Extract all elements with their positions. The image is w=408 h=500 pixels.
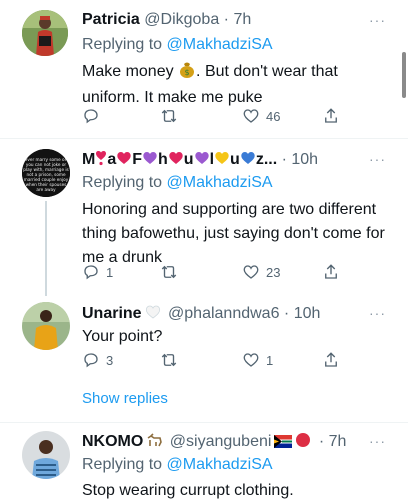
heart-icon <box>243 265 259 279</box>
share-button[interactable] <box>322 107 340 125</box>
reply-button[interactable]: 1 <box>82 263 113 281</box>
red-circle-icon <box>296 433 311 447</box>
reply-icon <box>84 353 98 368</box>
retweet-icon <box>161 353 177 367</box>
user-handle[interactable]: @Dikgoba <box>144 11 219 28</box>
user-handle[interactable]: @siyangubeni <box>170 433 272 450</box>
money-bag-icon: $ <box>178 60 196 86</box>
replying-to-label: Replying to <box>82 174 167 191</box>
share-button[interactable] <box>322 351 340 369</box>
like-button[interactable]: 46 <box>242 107 280 125</box>
like-count: 23 <box>266 264 281 280</box>
mention-link[interactable]: @MakhadziSA <box>167 174 273 191</box>
tweet-unarine[interactable]: Unarine @phalanndwa6 · 10h ··· Your poin… <box>0 296 408 426</box>
mention-link[interactable]: @MakhadziSA <box>167 36 273 53</box>
svg-text:$: $ <box>185 68 190 77</box>
tweet-text: Stop wearing currupt clothing. <box>82 482 294 499</box>
share-icon <box>325 352 337 367</box>
tweet-header: Patricia @Dikgoba · 7h <box>82 11 251 29</box>
timestamp[interactable]: · 7h <box>224 11 252 28</box>
blue-heart-icon <box>241 152 255 164</box>
tweet-nkomo[interactable]: NKOMO @siyangubeni · 7h ··· Replying to … <box>0 423 408 500</box>
like-button[interactable]: 23 <box>242 263 280 281</box>
tweet-emoji-name[interactable]: never marry some one you can not joke or… <box>0 139 408 296</box>
tweet-actions: 1 23 <box>82 263 342 283</box>
tweet-patricia[interactable]: Patricia @Dikgoba · 7h ··· Replying to @… <box>0 0 408 138</box>
replying-to: Replying to @MakhadziSA <box>82 174 273 192</box>
thread-line <box>45 201 47 296</box>
replying-to: Replying to @MakhadziSA <box>82 36 273 54</box>
timestamp[interactable]: · 10h <box>282 151 318 168</box>
tweet-text: Make money $. But don't wear that unifor… <box>82 60 382 110</box>
display-name-emoji[interactable]: Ma Fh u l u z... <box>82 151 277 168</box>
purple-heart-icon <box>194 152 209 164</box>
like-button[interactable]: 1 <box>242 351 273 369</box>
display-name[interactable]: Unarine <box>82 305 142 322</box>
display-name-tail: z... <box>255 151 278 168</box>
share-icon <box>325 108 337 123</box>
reply-button[interactable] <box>82 107 100 125</box>
tweet-text: Your point? <box>82 328 163 345</box>
tweet-header: NKOMO @siyangubeni · 7h <box>82 432 346 451</box>
replying-to-label: Replying to <box>82 36 167 53</box>
goat-icon <box>147 433 163 447</box>
retweet-button[interactable] <box>160 107 178 125</box>
south-africa-flag-icon <box>274 435 293 448</box>
retweet-button[interactable] <box>160 263 178 281</box>
timestamp[interactable]: · 10h <box>284 305 320 322</box>
more-options-button[interactable]: ··· <box>369 12 386 28</box>
avatar[interactable] <box>22 302 70 350</box>
retweet-icon <box>161 109 177 123</box>
more-options-button[interactable]: ··· <box>369 305 386 321</box>
retweet-icon <box>161 265 177 279</box>
reply-count: 1 <box>106 264 114 280</box>
purple-heart-icon <box>143 152 157 164</box>
red-heart-icon <box>169 152 183 164</box>
tweet-text-part: Make money <box>82 63 179 80</box>
reply-icon <box>84 265 98 280</box>
reply-count: 3 <box>106 352 114 368</box>
mention-link[interactable]: @MakhadziSA <box>167 456 273 473</box>
more-options-button[interactable]: ··· <box>369 433 386 449</box>
more-options-button[interactable]: ··· <box>369 151 386 167</box>
display-name[interactable]: NKOMO <box>82 433 143 450</box>
tweet-header: Ma Fh u l u z... · 10h <box>82 150 318 169</box>
share-icon <box>325 264 337 279</box>
heart-exclamation-icon <box>96 151 107 166</box>
avatar[interactable] <box>22 10 68 56</box>
share-button[interactable] <box>322 263 340 281</box>
tweet-actions: 3 1 <box>82 351 342 371</box>
scrollbar[interactable] <box>402 52 406 98</box>
retweet-button[interactable] <box>160 351 178 369</box>
yellow-heart-icon <box>215 152 229 164</box>
avatar[interactable] <box>22 431 70 479</box>
avatar[interactable]: never marry some one you can not joke or… <box>22 149 70 197</box>
user-handle[interactable]: @phalanndwa6 <box>168 305 279 322</box>
timestamp[interactable]: · 7h <box>319 433 347 450</box>
tweet-actions: 46 <box>82 107 342 127</box>
white-heart-icon <box>145 305 160 319</box>
heart-icon <box>243 353 259 367</box>
display-name[interactable]: Patricia <box>82 11 140 28</box>
replying-to: Replying to @MakhadziSA <box>82 456 273 474</box>
like-count: 46 <box>266 108 281 124</box>
reply-button[interactable]: 3 <box>82 351 113 369</box>
show-replies-link[interactable]: Show replies <box>82 390 168 407</box>
svg-text:are away: are away <box>36 187 56 192</box>
red-heart-icon <box>117 152 131 164</box>
tweet-header: Unarine @phalanndwa6 · 10h <box>82 304 320 323</box>
reply-icon <box>84 109 98 124</box>
like-count: 1 <box>266 352 274 368</box>
replying-to-label: Replying to <box>82 456 167 473</box>
tweet-text: Honoring and supporting are two differen… <box>82 201 385 266</box>
heart-icon <box>243 109 259 123</box>
